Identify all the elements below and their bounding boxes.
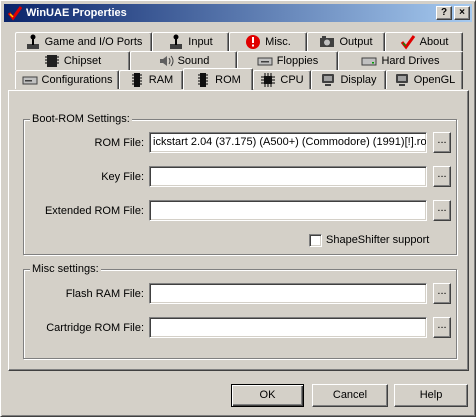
memory-icon: [198, 72, 209, 87]
ok-button[interactable]: OK: [231, 384, 304, 407]
flash-ram-label: Flash RAM File:: [65, 288, 144, 300]
tab-ram[interactable]: RAM: [119, 70, 183, 89]
tab-label: Misc.: [265, 36, 291, 48]
window-title: WinUAE Properties: [26, 7, 127, 19]
tab-input[interactable]: Input: [152, 32, 229, 51]
cartridge-rom-browse-button[interactable]: ...: [433, 317, 451, 338]
rom-file-field[interactable]: ickstart 2.04 (37.175) (A500+) (Commodor…: [149, 132, 427, 153]
tab-label: Hard Drives: [381, 55, 440, 67]
cpu-icon: [261, 73, 276, 87]
misc-settings-legend: Misc settings:: [30, 262, 101, 276]
extended-rom-browse-button[interactable]: ...: [433, 200, 451, 221]
tab-label: CPU: [280, 74, 304, 86]
misc-settings-groupbox: Misc settings: Flash RAM File: ... Cartr…: [23, 262, 457, 359]
rom-tab-panel: Boot-ROM Settings: ROM File: ickstart 2.…: [8, 90, 469, 371]
tab-label: Configurations: [41, 74, 113, 86]
tab-label: Game and I/O Ports: [44, 36, 143, 48]
close-title-button[interactable]: ×: [454, 6, 470, 20]
tab-rom[interactable]: ROM: [183, 68, 253, 90]
shapeshifter-label: ShapeShifter support: [326, 234, 430, 246]
help-button[interactable]: Help: [394, 384, 468, 407]
joystick-icon: [26, 34, 39, 49]
monitor-icon: [395, 74, 408, 86]
rom-file-label: ROM File:: [94, 137, 145, 149]
tab-label: ROM: [215, 73, 241, 86]
key-file-label: Key File:: [101, 171, 144, 183]
properties-window: WinUAE Properties ? × Game and I/O Ports…: [0, 0, 476, 417]
joystick-icon: [170, 34, 183, 49]
memory-icon: [131, 73, 142, 87]
flash-ram-browse-button[interactable]: ...: [433, 283, 451, 304]
tab-label: OpenGL: [413, 74, 456, 86]
tab-opengl[interactable]: OpenGL: [386, 70, 463, 89]
cancel-button[interactable]: Cancel: [312, 384, 388, 407]
chip-icon: [44, 55, 59, 67]
monitor-icon: [322, 74, 335, 86]
speaker-icon: [159, 55, 174, 67]
tab-misc[interactable]: Misc.: [229, 32, 307, 51]
drive-icon: [22, 76, 38, 85]
flash-ram-field[interactable]: [149, 283, 427, 304]
tab-output[interactable]: Output: [307, 32, 385, 51]
tab-label: RAM: [148, 74, 174, 86]
help-title-button[interactable]: ?: [436, 6, 452, 20]
tab-label: Display: [340, 74, 377, 86]
tab-hard-drives[interactable]: Hard Drives: [338, 51, 463, 70]
cartridge-rom-label: Cartridge ROM File:: [46, 322, 144, 334]
boot-rom-groupbox: Boot-ROM Settings: ROM File: ickstart 2.…: [23, 112, 457, 255]
boot-rom-legend: Boot-ROM Settings:: [30, 112, 132, 126]
extended-rom-label: Extended ROM File:: [44, 205, 144, 217]
tab-label: Sound: [177, 55, 210, 67]
tab-chipset[interactable]: Chipset: [15, 51, 130, 70]
extended-rom-field[interactable]: [149, 200, 427, 221]
tab-label: Floppies: [276, 55, 319, 67]
tab-label: Chipset: [63, 55, 102, 67]
rom-file-browse-button[interactable]: ...: [433, 132, 451, 153]
tab-display[interactable]: Display: [311, 70, 386, 89]
checkmark-icon: [400, 35, 415, 50]
title-bar[interactable]: WinUAE Properties ? ×: [4, 4, 472, 22]
tab-floppies[interactable]: Floppies: [237, 51, 338, 70]
tab-cpu[interactable]: CPU: [253, 70, 311, 89]
exclamation-icon: [246, 35, 261, 49]
app-checkmark-icon: [7, 6, 23, 21]
key-file-browse-button[interactable]: ...: [433, 166, 451, 187]
tab-label: Output: [339, 36, 373, 48]
shapeshifter-checkbox[interactable]: [309, 234, 322, 247]
floppy-drive-icon: [257, 57, 273, 66]
tab-label: Input: [188, 36, 213, 48]
camera-icon: [320, 36, 335, 47]
tab-game-io-ports[interactable]: Game and I/O Ports: [15, 32, 152, 51]
cartridge-rom-field[interactable]: [149, 317, 427, 338]
key-file-field[interactable]: [149, 166, 427, 187]
tab-about[interactable]: About: [385, 32, 463, 51]
hard-drive-icon: [361, 57, 377, 66]
tab-label: About: [419, 36, 449, 48]
tab-configurations[interactable]: Configurations: [15, 70, 119, 89]
